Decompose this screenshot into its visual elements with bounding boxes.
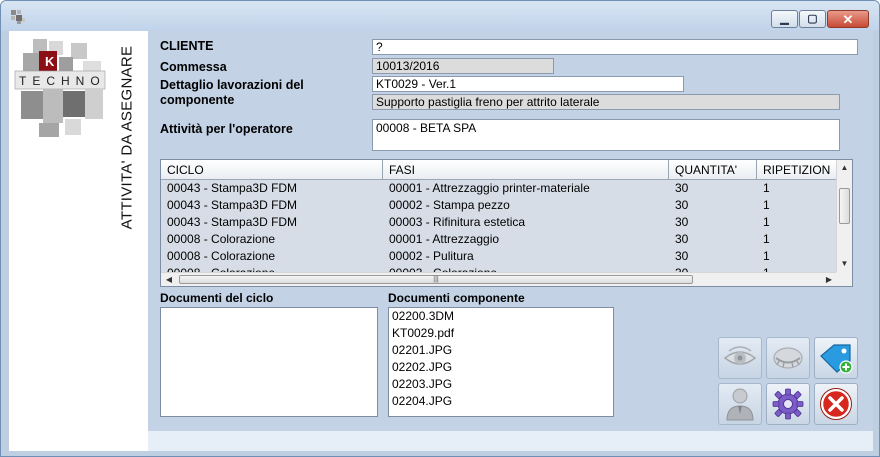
maximize-button[interactable]: ▢ bbox=[799, 10, 826, 28]
svg-text:TECHNO: TECHNO bbox=[19, 74, 106, 88]
cell-ripetizioni: 1 bbox=[763, 249, 770, 263]
column-header-quantita[interactable]: QUANTITA' bbox=[669, 160, 757, 180]
title-bar[interactable]: ▁ ▢ ✕ bbox=[1, 1, 879, 31]
cell-fase: 00003 - Rifinitura estetica bbox=[389, 215, 526, 229]
column-header-fasi[interactable]: FASI bbox=[383, 160, 669, 180]
cell-fase: 00002 - Pulitura bbox=[389, 249, 474, 263]
grid-rows: 00043 - Stampa3D FDM 00001 - Attrezzaggi… bbox=[161, 180, 837, 274]
documenti-componente-list[interactable]: 02200.3DM KT0029.pdf 02201.JPG 02202.JPG… bbox=[388, 307, 614, 417]
cell-quantita: 30 bbox=[675, 198, 689, 212]
grid-header: CICLO FASI QUANTITA' RIPETIZION bbox=[161, 160, 837, 180]
cell-ciclo: 00008 - Colorazione bbox=[167, 232, 276, 246]
cell-ciclo: 00043 - Stampa3D FDM bbox=[167, 181, 298, 195]
cancel-icon bbox=[820, 388, 852, 420]
app-icon bbox=[11, 10, 25, 24]
status-strip bbox=[148, 431, 873, 451]
list-item[interactable]: KT0029.pdf bbox=[389, 325, 613, 342]
cell-fase: 00001 - Attrezzaggio printer-materiale bbox=[389, 181, 590, 195]
componente-code-field[interactable]: KT0029 - Ver.1 bbox=[372, 76, 684, 92]
documenti-ciclo-label: Documenti del ciclo bbox=[160, 291, 274, 305]
vertical-section-label: ATTIVITA' DA ASEGNARE bbox=[118, 45, 136, 229]
tag-add-icon bbox=[820, 344, 853, 374]
list-item[interactable]: 02204.JPG bbox=[389, 393, 613, 410]
minimize-button[interactable]: ▁ bbox=[771, 10, 798, 28]
attivita-label: Attività per l'operatore bbox=[160, 122, 293, 136]
list-item[interactable]: 02203.JPG bbox=[389, 376, 613, 393]
add-tag-button[interactable] bbox=[814, 337, 858, 379]
scroll-up-icon[interactable]: ▲ bbox=[837, 160, 852, 176]
cliente-label: CLIENTE bbox=[160, 39, 214, 53]
svg-text:K: K bbox=[45, 54, 55, 69]
list-item[interactable]: 02200.3DM bbox=[389, 308, 613, 325]
eye-icon bbox=[723, 346, 757, 365]
cell-quantita: 30 bbox=[675, 215, 689, 229]
vertical-scroll-thumb[interactable] bbox=[839, 188, 850, 224]
cliente-field[interactable]: ? bbox=[372, 39, 858, 55]
closed-eye-icon bbox=[773, 347, 803, 369]
left-panel: K TECHNO ATTIVITA' DA ASEGNARE bbox=[9, 31, 148, 451]
cell-fase: 00001 - Attrezzaggio bbox=[389, 232, 500, 246]
cell-quantita: 30 bbox=[675, 232, 689, 246]
scroll-corner bbox=[836, 272, 852, 286]
close-button[interactable] bbox=[814, 383, 858, 425]
dettaglio-label: Dettaglio lavorazioni del componente bbox=[160, 78, 304, 107]
column-header-ciclo[interactable]: CICLO bbox=[161, 160, 383, 180]
ktechno-logo: K TECHNO bbox=[14, 39, 106, 137]
cell-ripetizioni: 1 bbox=[763, 215, 770, 229]
grid-horizontal-scrollbar[interactable]: ◀ ||| ▶ bbox=[161, 272, 837, 286]
documenti-ciclo-list[interactable] bbox=[160, 307, 378, 417]
table-row[interactable]: 00008 - Colorazione 00002 - Pulitura 30 … bbox=[161, 248, 837, 265]
cell-ciclo: 00008 - Colorazione bbox=[167, 249, 276, 263]
gear-icon bbox=[772, 388, 804, 420]
table-row[interactable]: 00008 - Colorazione 00001 - Attrezzaggio… bbox=[161, 231, 837, 248]
cell-quantita: 30 bbox=[675, 181, 689, 195]
grid-vertical-scrollbar[interactable]: ▲ ▼ bbox=[836, 160, 852, 272]
commessa-field[interactable]: 10013/2016 bbox=[372, 58, 554, 74]
hide-eye-button[interactable] bbox=[766, 337, 810, 379]
attivita-field[interactable]: 00008 - BETA SPA bbox=[372, 119, 840, 151]
list-item[interactable]: 02202.JPG bbox=[389, 359, 613, 376]
scroll-down-icon[interactable]: ▼ bbox=[837, 256, 852, 272]
scroll-right-icon[interactable]: ▶ bbox=[821, 273, 837, 286]
table-row[interactable]: 00043 - Stampa3D FDM 00003 - Rifinitura … bbox=[161, 214, 837, 231]
window-close-button[interactable]: ✕ bbox=[827, 10, 869, 28]
scroll-left-icon[interactable]: ◀ bbox=[161, 273, 177, 286]
documenti-componente-label: Documenti componente bbox=[388, 291, 525, 305]
maximize-icon: ▢ bbox=[807, 12, 818, 25]
assign-operator-button[interactable] bbox=[718, 383, 762, 425]
view-eye-button[interactable] bbox=[718, 337, 762, 379]
column-header-ripetizioni[interactable]: RIPETIZION bbox=[757, 160, 837, 180]
action-buttons bbox=[718, 337, 866, 429]
cell-ripetizioni: 1 bbox=[763, 198, 770, 212]
cell-fase: 00002 - Stampa pezzo bbox=[389, 198, 510, 212]
client-area: K TECHNO ATTIVITA' DA ASEGNARE CLIENTE ?… bbox=[9, 31, 873, 451]
operator-icon bbox=[726, 388, 754, 421]
cell-ripetizioni: 1 bbox=[763, 181, 770, 195]
cell-ciclo: 00043 - Stampa3D FDM bbox=[167, 215, 298, 229]
cell-ripetizioni: 1 bbox=[763, 232, 770, 246]
cicli-fasi-grid[interactable]: CICLO FASI QUANTITA' RIPETIZION 00043 - … bbox=[160, 159, 853, 287]
horizontal-scroll-thumb[interactable]: ||| bbox=[179, 275, 693, 284]
cell-quantita: 30 bbox=[675, 249, 689, 263]
close-icon: ✕ bbox=[842, 11, 854, 27]
main-window: ▁ ▢ ✕ K TECHNO ATTIVITA' DA ASEGNARE CLI… bbox=[0, 0, 880, 457]
table-row[interactable]: 00043 - Stampa3D FDM 00001 - Attrezzaggi… bbox=[161, 180, 837, 197]
settings-button[interactable] bbox=[766, 383, 810, 425]
commessa-label: Commessa bbox=[160, 60, 227, 74]
minimize-icon: ▁ bbox=[780, 12, 789, 25]
table-row[interactable]: 00043 - Stampa3D FDM 00002 - Stampa pezz… bbox=[161, 197, 837, 214]
cell-ciclo: 00043 - Stampa3D FDM bbox=[167, 198, 298, 212]
list-item[interactable]: 02201.JPG bbox=[389, 342, 613, 359]
componente-description-field[interactable]: Supporto pastiglia freno per attrito lat… bbox=[372, 94, 840, 110]
